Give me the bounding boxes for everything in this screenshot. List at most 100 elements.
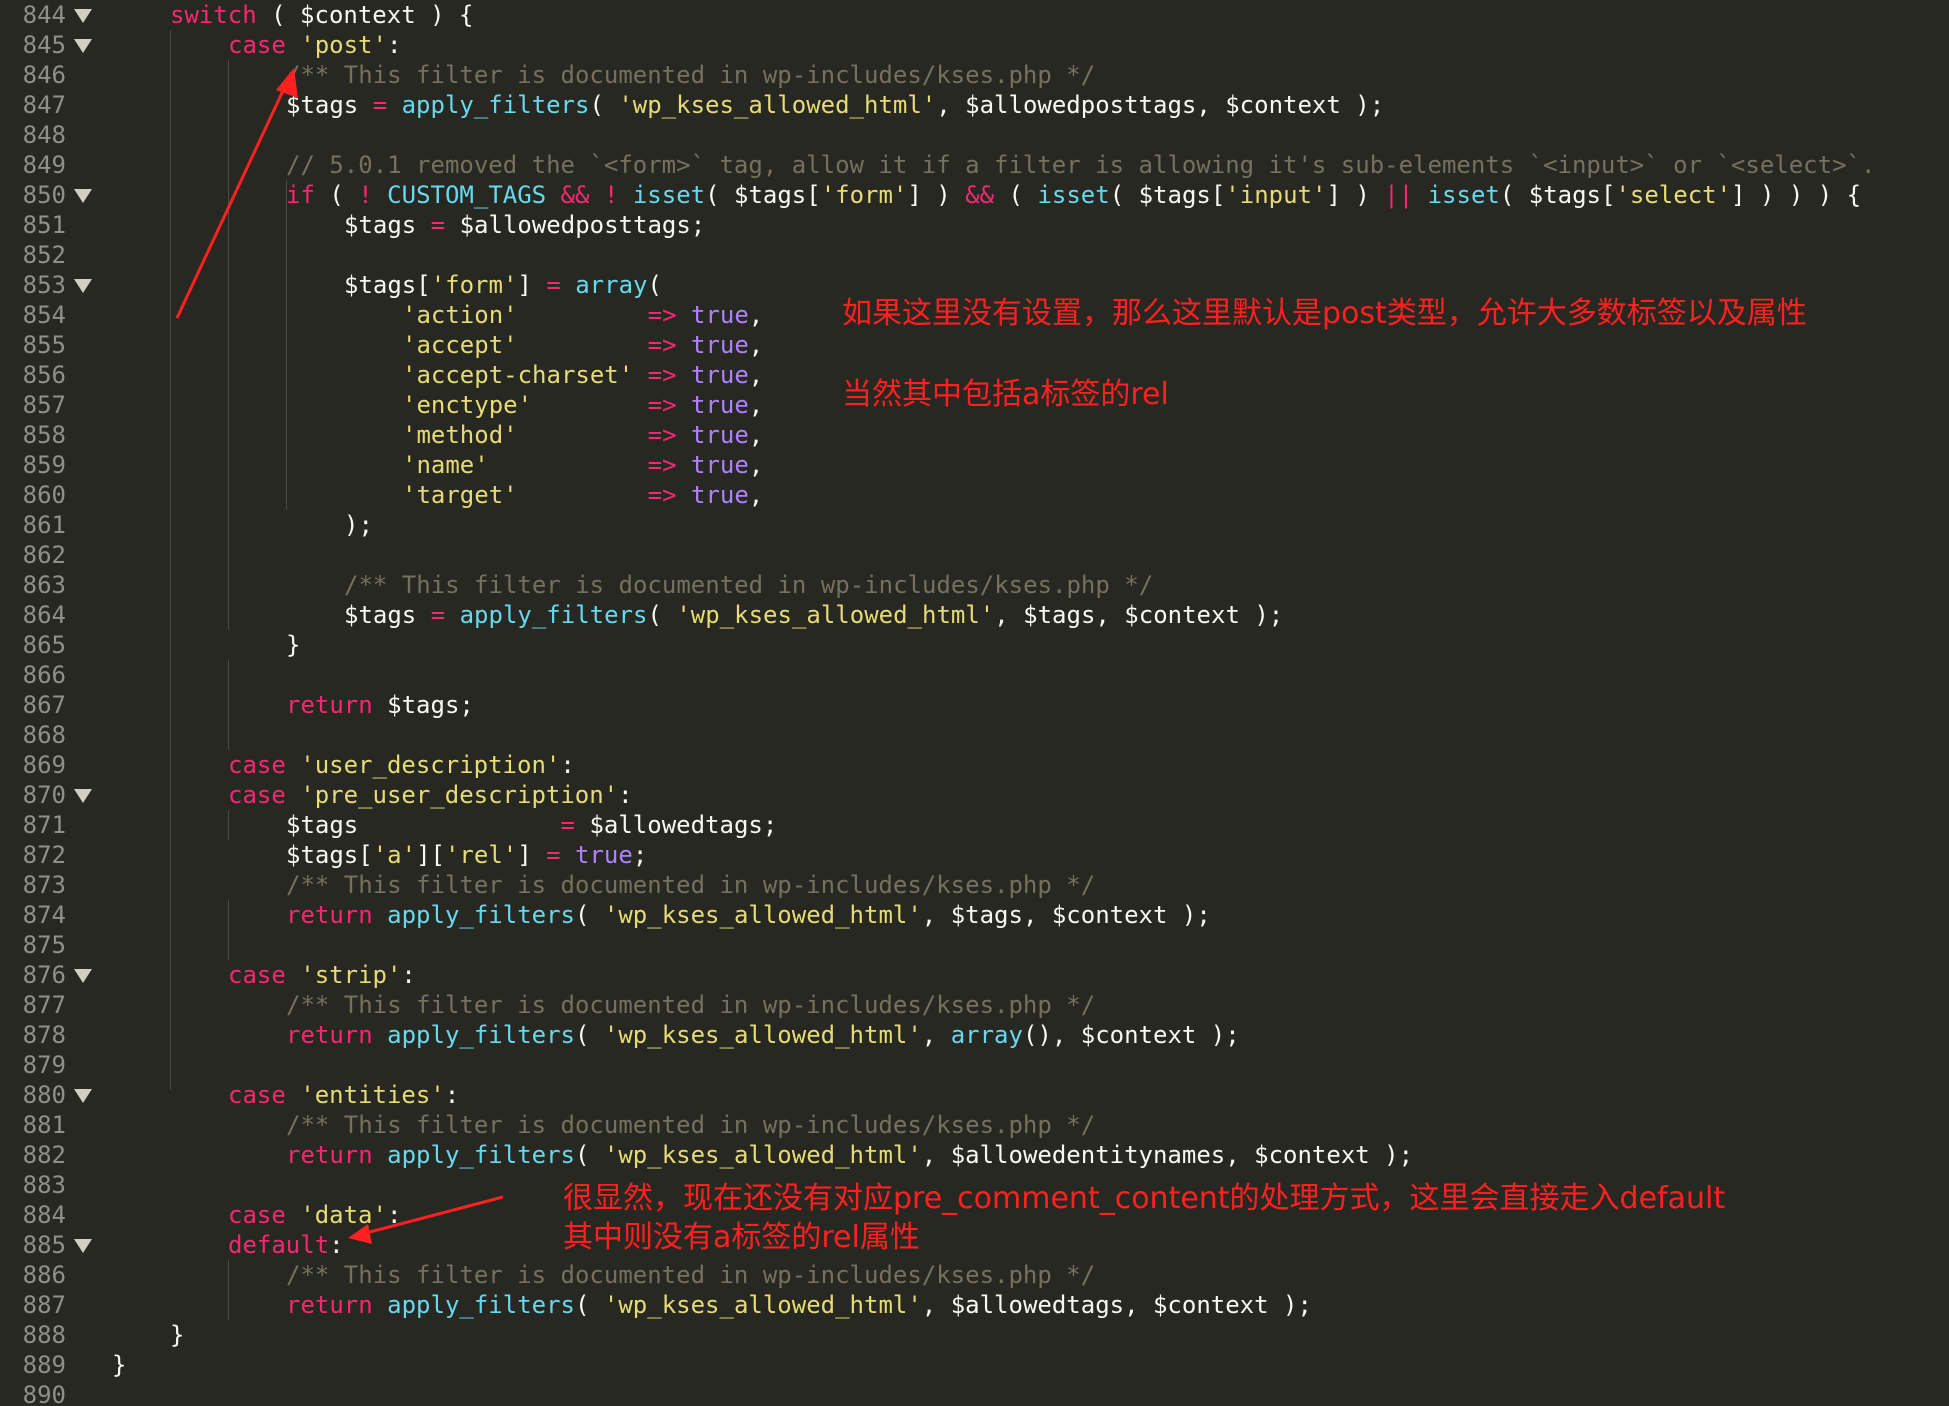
code-line[interactable]: case 'strip': (228, 960, 416, 990)
code-token: 'target' (402, 481, 518, 509)
code-line[interactable]: /** This filter is documented in wp-incl… (286, 60, 1095, 90)
code-token: /** This filter is documented in wp-incl… (286, 1261, 1096, 1289)
line-number: 868 (22, 721, 66, 749)
line-number-row: 858 (0, 420, 100, 450)
code-line[interactable]: switch ( $context ) { (170, 0, 473, 30)
line-number: 885 (22, 1231, 66, 1259)
code-line[interactable]: $tags = apply_filters( 'wp_kses_allowed_… (286, 90, 1384, 120)
indent-guide (286, 180, 287, 510)
fold-triangle-down-icon[interactable] (74, 789, 92, 803)
fold-triangle-down-icon[interactable] (74, 189, 92, 203)
line-number-row: 887 (0, 1290, 100, 1320)
line-number-row: 884 (0, 1200, 100, 1230)
code-line[interactable]: 'enctype' => true, (402, 390, 763, 420)
fold-triangle-down-icon[interactable] (74, 39, 92, 53)
code-line[interactable]: } (170, 1320, 184, 1350)
code-line[interactable]: return apply_filters( 'wp_kses_allowed_h… (286, 1020, 1240, 1050)
line-number-row: 885 (0, 1230, 100, 1260)
code-token: $tags (344, 211, 431, 239)
code-line[interactable]: 'name' => true, (402, 450, 763, 480)
line-number-row: 877 (0, 990, 100, 1020)
code-line[interactable]: ); (344, 510, 373, 540)
code-line[interactable]: default: (228, 1230, 344, 1260)
line-number-row: 871 (0, 810, 100, 840)
line-number: 867 (22, 691, 66, 719)
line-number-row: 869 (0, 750, 100, 780)
code-line[interactable]: 'accept-charset' => true, (402, 360, 763, 390)
code-line[interactable]: /** This filter is documented in wp-incl… (286, 990, 1095, 1020)
code-token: ( (575, 1021, 604, 1049)
code-line[interactable]: case 'entities': (228, 1080, 459, 1110)
code-token: true (691, 391, 749, 419)
code-token: = (560, 811, 575, 839)
code-token: ][ (416, 841, 445, 869)
fold-triangle-down-icon[interactable] (74, 9, 92, 23)
code-token: isset (632, 181, 706, 209)
code-editor[interactable]: 844 845 846 847 848 849 850 851 852 853 854 855 856 8… (0, 0, 1949, 1406)
code-line[interactable]: } (112, 1350, 126, 1380)
code-token: case (228, 751, 286, 779)
fold-triangle-down-icon[interactable] (74, 279, 92, 293)
code-token: (), $context ); (1022, 1021, 1240, 1049)
code-line[interactable]: $tags = $allowedposttags; (344, 210, 705, 240)
fold-triangle-down-icon[interactable] (74, 969, 92, 983)
code-token: => (647, 301, 677, 329)
code-line[interactable]: return apply_filters( 'wp_kses_allowed_h… (286, 900, 1211, 930)
code-line[interactable]: return apply_filters( 'wp_kses_allowed_h… (286, 1290, 1312, 1320)
line-number: 866 (22, 661, 66, 689)
code-token: /** This filter is documented in wp-incl… (286, 1111, 1096, 1139)
code-line[interactable]: /** This filter is documented in wp-incl… (286, 1110, 1095, 1140)
line-number-row: 847 (0, 90, 100, 120)
code-line[interactable]: 'accept' => true, (402, 330, 763, 360)
code-line[interactable]: case 'pre_user_description': (228, 780, 633, 810)
code-token: , (748, 301, 764, 329)
indent-guide (228, 660, 229, 750)
line-number: 876 (22, 961, 66, 989)
code-token: return (286, 1021, 373, 1049)
code-line[interactable]: $tags['form'] = array( (344, 270, 662, 300)
code-token: true (691, 301, 749, 329)
code-token: && (965, 181, 995, 209)
code-line[interactable]: } (286, 630, 300, 660)
code-line[interactable]: 'target' => true, (402, 480, 763, 510)
code-token: /** This filter is documented in wp-incl… (286, 871, 1096, 899)
code-line[interactable]: 'action' => true, (402, 300, 763, 330)
code-token: , (921, 1021, 951, 1049)
code-token: array (575, 271, 648, 299)
code-token: , $allowedentitynames, $context ); (921, 1141, 1414, 1169)
line-number: 859 (22, 451, 66, 479)
line-number: 863 (22, 571, 66, 599)
code-line[interactable]: return apply_filters( 'wp_kses_allowed_h… (286, 1140, 1413, 1170)
code-line[interactable]: $tags = apply_filters( 'wp_kses_allowed_… (344, 600, 1283, 630)
code-line[interactable]: case 'user_description': (228, 750, 575, 780)
code-line[interactable]: $tags = $allowedtags; (286, 810, 777, 840)
code-line[interactable]: case 'post': (228, 30, 401, 60)
line-number: 847 (22, 91, 66, 119)
code-line[interactable]: /** This filter is documented in wp-incl… (286, 1260, 1095, 1290)
code-token: isset (1427, 181, 1500, 209)
code-line[interactable]: 'method' => true, (402, 420, 763, 450)
code-token: true (691, 421, 749, 449)
line-number-row: 849 (0, 150, 100, 180)
annotation-no-rel: 其中则没有a标签的rel属性 (563, 1220, 920, 1255)
line-number: 889 (22, 1351, 66, 1379)
code-line[interactable]: case 'data': (228, 1200, 401, 1230)
code-line[interactable]: if ( ! CUSTOM_TAGS && ! isset( $tags['fo… (286, 180, 1861, 210)
code-token: 'wp_kses_allowed_html' (618, 91, 937, 119)
line-number-row: 859 (0, 450, 100, 480)
code-token: 'form' (820, 181, 908, 209)
code-line[interactable]: // 5.0.1 removed the `<form>` tag, allow… (286, 150, 1875, 180)
line-number: 870 (22, 781, 66, 809)
code-line[interactable]: /** This filter is documented in wp-incl… (286, 870, 1095, 900)
code-line[interactable]: return $tags; (286, 690, 474, 720)
fold-triangle-down-icon[interactable] (74, 1089, 92, 1103)
code-line[interactable]: $tags['a']['rel'] = true; (286, 840, 647, 870)
code-line[interactable]: /** This filter is documented in wp-incl… (344, 570, 1153, 600)
fold-triangle-down-icon[interactable] (74, 1239, 92, 1253)
